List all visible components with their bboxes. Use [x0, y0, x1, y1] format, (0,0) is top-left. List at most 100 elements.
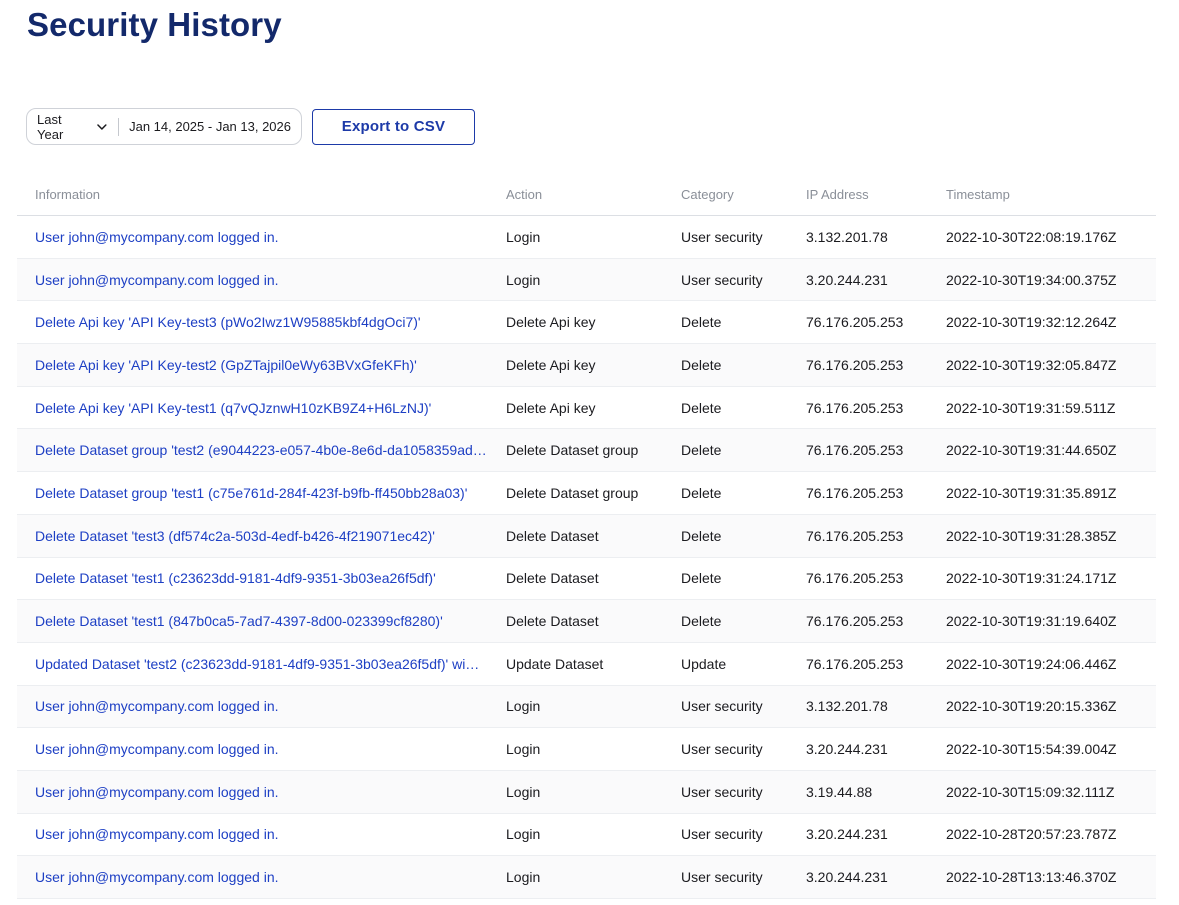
row-information-link[interactable]: Delete Api key 'API Key-test1 (q7vQJznwH… — [17, 400, 506, 416]
row-category: User security — [681, 783, 763, 800]
column-header-ip-address[interactable]: IP Address — [806, 187, 946, 202]
row-information-link[interactable]: Delete Dataset 'test1 (847b0ca5-7ad7-439… — [17, 613, 506, 629]
range-divider — [118, 117, 120, 136]
row-information-link[interactable]: Delete Api key 'API Key-test3 (pWo2Iwz1W… — [17, 314, 506, 330]
row-action: Delete Api key — [506, 399, 596, 416]
row-timestamp: 2022-10-28T20:57:23.787Z — [946, 826, 1117, 843]
row-information-link[interactable]: Delete Dataset 'test3 (df574c2a-503d-4ed… — [17, 528, 506, 544]
range-preset-select[interactable]: Last Year — [37, 112, 108, 142]
row-action: Login — [506, 869, 541, 886]
row-timestamp: 2022-10-30T19:31:59.511Z — [946, 399, 1116, 416]
row-action: Login — [506, 698, 541, 715]
row-ip-address: 76.176.205.253 — [806, 527, 904, 544]
row-action: Delete Api key — [506, 356, 596, 373]
table-row: Delete Dataset group 'test1 (c75e761d-28… — [17, 472, 1156, 515]
row-timestamp: 2022-10-30T19:31:19.640Z — [946, 613, 1117, 630]
row-category: Delete — [681, 527, 722, 544]
table-header: Information Action Category IP Address T… — [17, 173, 1156, 216]
row-information-link[interactable]: User john@mycompany.com logged in. — [17, 272, 506, 288]
row-action: Delete Dataset group — [506, 484, 639, 501]
row-information-link[interactable]: Delete Dataset 'test1 (c23623dd-9181-4df… — [17, 570, 506, 586]
page-title: Security History — [27, 6, 282, 43]
table-row: Delete Api key 'API Key-test1 (q7vQJznwH… — [17, 387, 1156, 430]
row-ip-address: 3.20.244.231 — [806, 869, 888, 886]
row-category: User security — [681, 271, 763, 288]
row-information-link[interactable]: User john@mycompany.com logged in. — [17, 741, 506, 757]
row-ip-address: 3.20.244.231 — [806, 826, 888, 843]
table-body: User john@mycompany.com logged in. Login U… — [17, 216, 1156, 899]
column-header-timestamp[interactable]: Timestamp — [946, 187, 1146, 202]
security-history-page: Security History Last Year Jan 14, 2025 … — [0, 0, 1179, 905]
column-header-action[interactable]: Action — [506, 187, 681, 202]
row-ip-address: 3.20.244.231 — [806, 271, 888, 288]
table-row: User john@mycompany.com logged in. Login U… — [17, 728, 1156, 771]
table-row: Delete Dataset group 'test2 (e9044223-e0… — [17, 429, 1156, 473]
row-timestamp: 2022-10-30T19:31:28.385Z — [946, 527, 1117, 544]
row-action: Delete Dataset group — [506, 442, 639, 459]
row-timestamp: 2022-10-30T19:31:35.891Z — [946, 484, 1117, 501]
row-information-link[interactable]: User john@mycompany.com logged in. — [17, 698, 506, 714]
row-ip-address: 76.176.205.253 — [806, 314, 904, 331]
chevron-down-icon — [97, 123, 107, 130]
row-category: User security — [681, 228, 763, 245]
row-action: Delete Api key — [506, 314, 596, 331]
row-action: Delete Dataset — [506, 613, 599, 630]
row-category: User security — [681, 826, 763, 843]
row-timestamp: 2022-10-30T19:20:15.336Z — [946, 698, 1117, 715]
table-row: Delete Dataset 'test3 (df574c2a-503d-4ed… — [17, 514, 1156, 558]
row-ip-address: 3.20.244.231 — [806, 741, 888, 758]
row-timestamp: 2022-10-30T19:31:24.171Z — [946, 570, 1117, 587]
row-timestamp: 2022-10-30T15:09:32.111Z — [946, 783, 1115, 800]
row-timestamp: 2022-10-30T19:31:44.650Z — [946, 442, 1117, 459]
table-row: User john@mycompany.com logged in. Login U… — [17, 258, 1156, 302]
export-csv-button[interactable]: Export to CSV — [312, 108, 475, 145]
row-ip-address: 3.132.201.78 — [806, 228, 888, 245]
row-category: Delete — [681, 356, 722, 373]
row-ip-address: 3.132.201.78 — [806, 698, 888, 715]
security-history-table: Information Action Category IP Address T… — [17, 173, 1156, 899]
column-header-information[interactable]: Information — [17, 187, 506, 202]
row-action: Login — [506, 826, 541, 843]
range-preset-label: Last Year — [37, 111, 64, 142]
row-action: Delete Dataset — [506, 570, 599, 587]
row-ip-address: 76.176.205.253 — [806, 570, 904, 587]
row-category: Update — [681, 655, 727, 672]
row-information-link[interactable]: Delete Dataset group 'test2 (e9044223-e0… — [17, 442, 506, 458]
row-category: Delete — [681, 484, 722, 501]
table-row: User john@mycompany.com logged in. Login U… — [17, 216, 1156, 259]
row-information-link[interactable]: User john@mycompany.com logged in. — [17, 869, 506, 885]
row-information-link[interactable]: Updated Dataset 'test2 (c23623dd-9181-4d… — [17, 656, 506, 672]
row-category: Delete — [681, 314, 722, 331]
row-ip-address: 76.176.205.253 — [806, 356, 904, 373]
row-information-link[interactable]: User john@mycompany.com logged in. — [17, 229, 506, 245]
row-timestamp: 2022-10-30T19:32:05.847Z — [946, 356, 1117, 373]
date-range-picker[interactable]: Last Year Jan 14, 2025 - Jan 13, 2026 — [26, 108, 302, 145]
row-category: User security — [681, 741, 763, 758]
row-information-link[interactable]: User john@mycompany.com logged in. — [17, 826, 506, 842]
table-row: Delete Api key 'API Key-test2 (GpZTajpil… — [17, 344, 1156, 387]
row-action: Login — [506, 271, 541, 288]
row-timestamp: 2022-10-30T19:32:12.264Z — [946, 314, 1117, 331]
row-category: Delete — [681, 442, 722, 459]
row-action: Login — [506, 228, 541, 245]
row-timestamp: 2022-10-30T19:34:00.375Z — [946, 271, 1117, 288]
row-ip-address: 76.176.205.253 — [806, 613, 904, 630]
table-row: Delete Dataset 'test1 (847b0ca5-7ad7-439… — [17, 600, 1156, 643]
row-information-link[interactable]: Delete Api key 'API Key-test2 (GpZTajpil… — [17, 357, 506, 373]
table-row: Updated Dataset 'test2 (c23623dd-9181-4d… — [17, 643, 1156, 686]
row-ip-address: 3.19.44.88 — [806, 783, 873, 800]
row-timestamp: 2022-10-30T22:08:19.176Z — [946, 228, 1117, 245]
row-action: Login — [506, 741, 541, 758]
row-ip-address: 76.176.205.253 — [806, 484, 904, 501]
row-category: User security — [681, 698, 763, 715]
table-row: User john@mycompany.com logged in. Login U… — [17, 770, 1156, 814]
table-row: User john@mycompany.com logged in. Login U… — [17, 685, 1156, 729]
range-dates[interactable]: Jan 14, 2025 - Jan 13, 2026 — [129, 119, 291, 134]
row-information-link[interactable]: User john@mycompany.com logged in. — [17, 784, 506, 800]
row-category: User security — [681, 869, 763, 886]
row-category: Delete — [681, 399, 722, 416]
row-information-link[interactable]: Delete Dataset group 'test1 (c75e761d-28… — [17, 485, 506, 501]
column-header-category[interactable]: Category — [681, 187, 806, 202]
row-category: Delete — [681, 570, 722, 587]
row-ip-address: 76.176.205.253 — [806, 399, 904, 416]
